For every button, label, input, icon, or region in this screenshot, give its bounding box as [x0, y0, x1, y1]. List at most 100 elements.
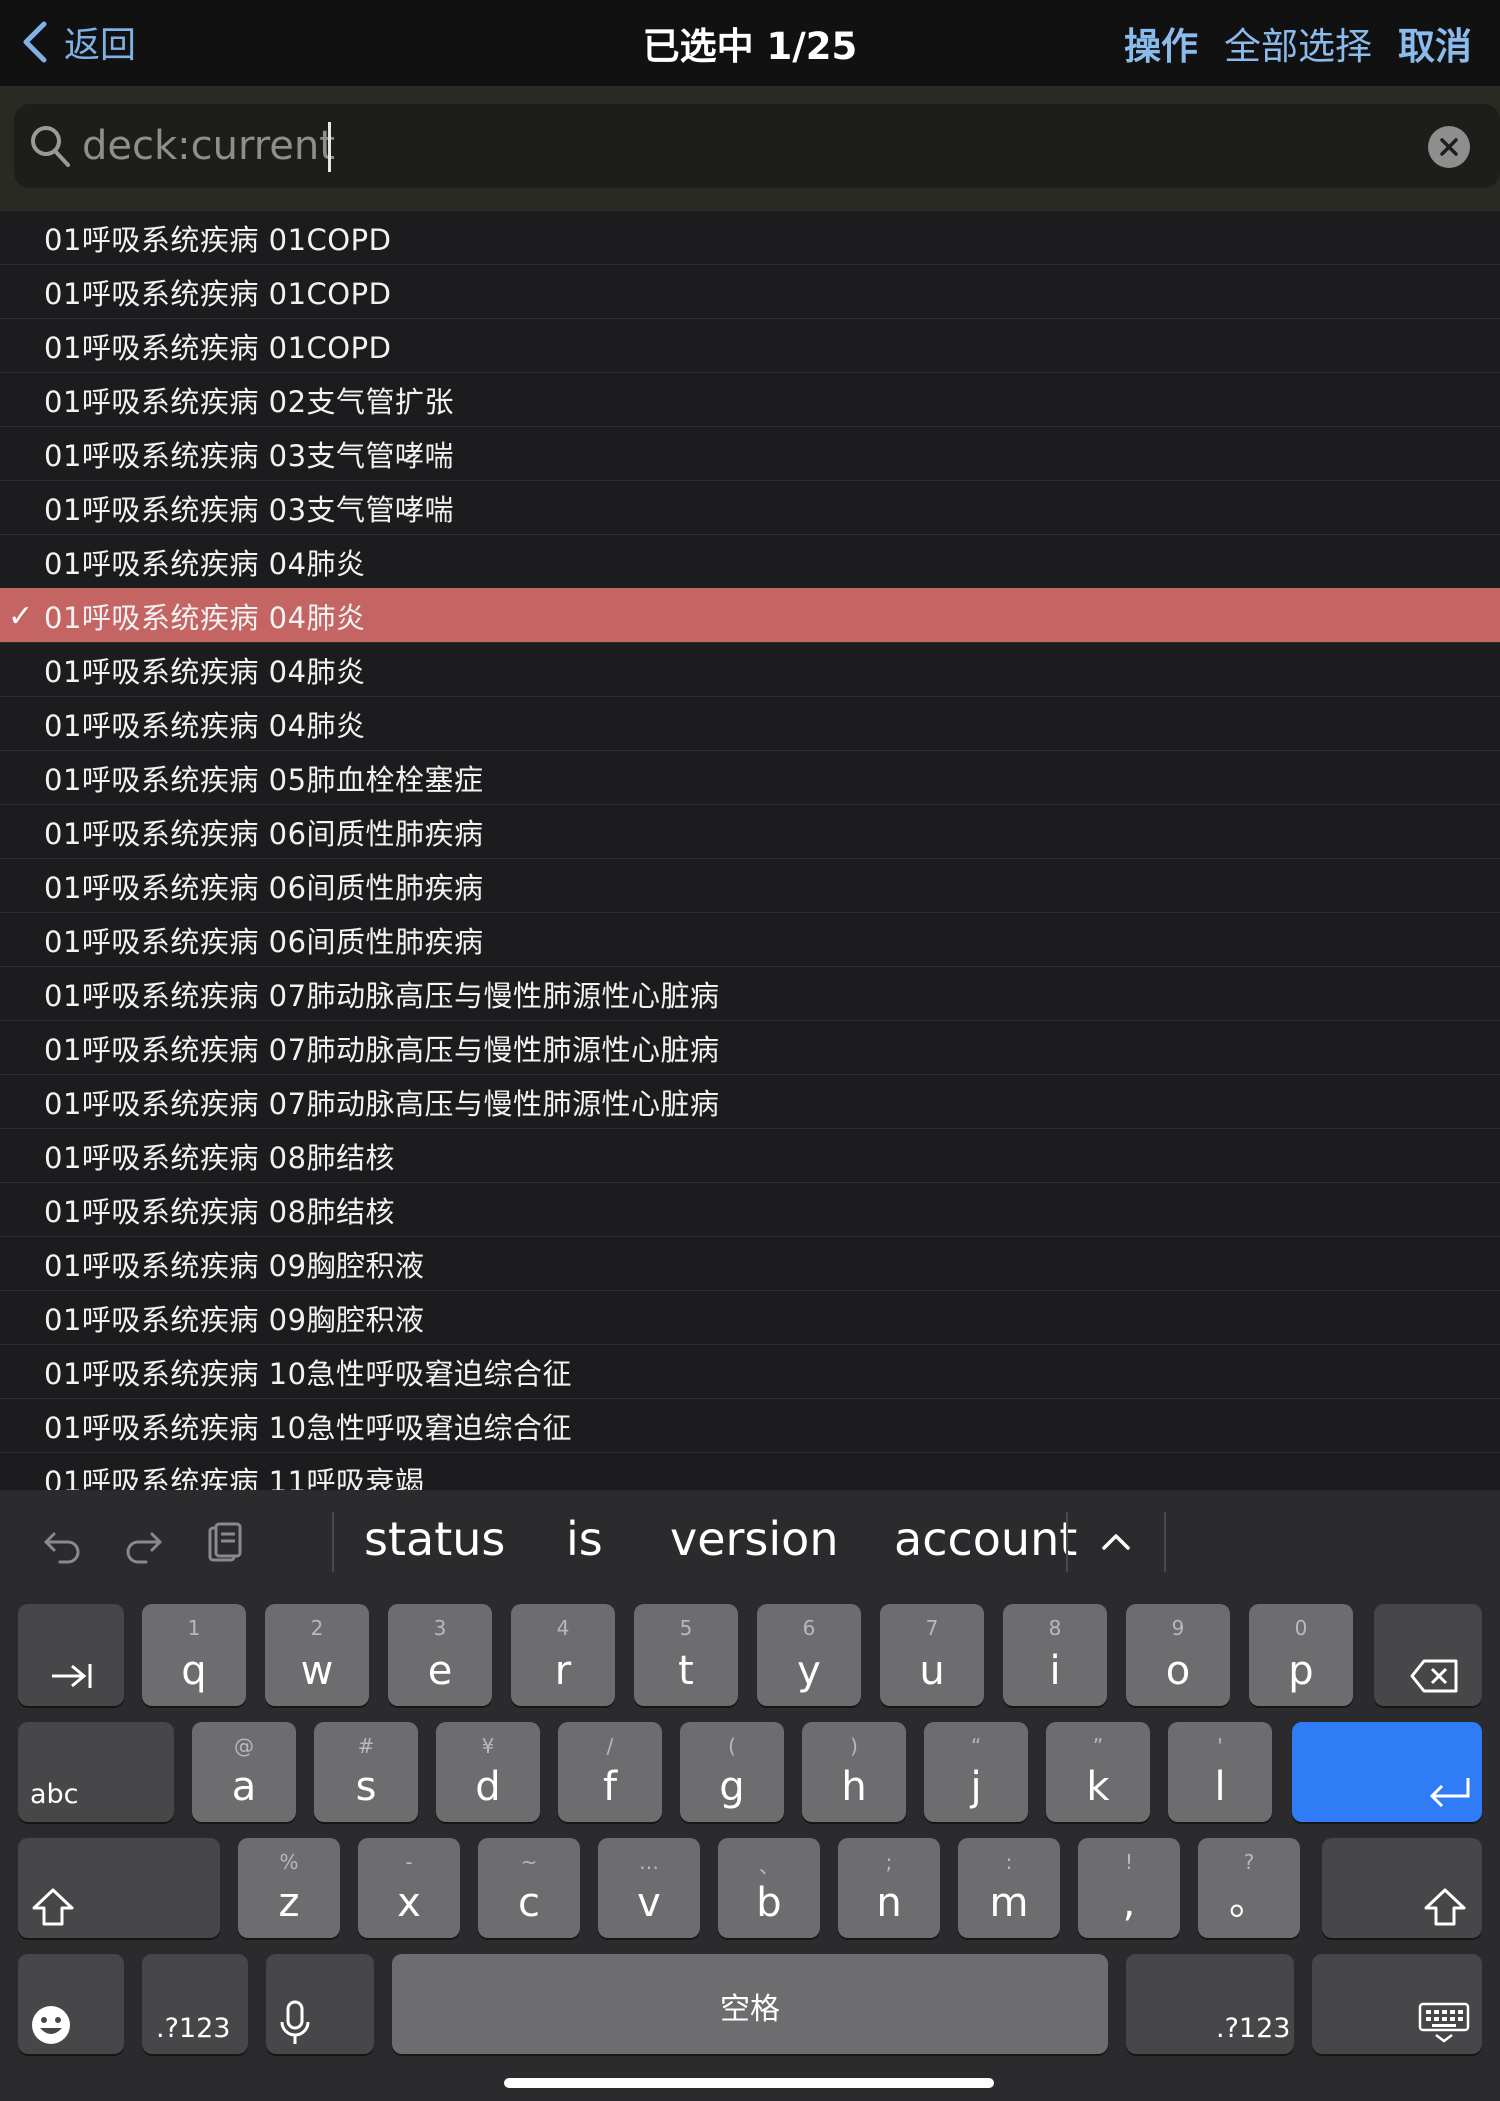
key-4[interactable]: … v: [598, 1838, 700, 1938]
suggestion-4[interactable]: account: [894, 1512, 1077, 1566]
space-label: 空格: [720, 1992, 780, 2027]
back-button[interactable]: 返回: [20, 14, 136, 70]
card-row[interactable]: 01呼吸系统疾病 09胸腔积液: [0, 1290, 1500, 1344]
shift-key-right[interactable]: [1322, 1838, 1482, 1938]
card-row-label: 01呼吸系统疾病 02支气管扩张: [44, 384, 455, 419]
card-row[interactable]: 01呼吸系统疾病 11呼吸衰竭: [0, 1452, 1500, 1490]
key-2[interactable]: # s: [314, 1722, 418, 1822]
key-10[interactable]: 0p: [1249, 1604, 1353, 1706]
card-row[interactable]: 01呼吸系统疾病 03支气管哮喘: [0, 426, 1500, 480]
card-row[interactable]: 01呼吸系统疾病 04肺炎: [0, 642, 1500, 696]
tab-key[interactable]: [18, 1604, 124, 1706]
paste-icon[interactable]: [202, 1520, 248, 1566]
abc-key[interactable]: abc: [18, 1722, 174, 1822]
chevron-left-icon: [23, 21, 47, 63]
key-7[interactable]: “j: [924, 1722, 1028, 1822]
card-row[interactable]: 01呼吸系统疾病 03支气管哮喘: [0, 480, 1500, 534]
key-3[interactable]: ~ c: [478, 1838, 580, 1938]
key-2[interactable]: -x: [358, 1838, 460, 1938]
card-row-label: 01呼吸系统疾病 06间质性肺疾病: [44, 870, 484, 905]
key-label: q: [181, 1648, 207, 1694]
key-3[interactable]: 3e: [388, 1604, 492, 1706]
key-5[interactable]: 、 b: [718, 1838, 820, 1938]
card-row[interactable]: 01呼吸系统疾病 06间质性肺疾病: [0, 858, 1500, 912]
key-2[interactable]: 2w: [265, 1604, 369, 1706]
key-secondary-label: 8: [1048, 1616, 1062, 1640]
shift-key-left[interactable]: [18, 1838, 220, 1938]
key-1[interactable]: % z: [238, 1838, 340, 1938]
card-row[interactable]: 01呼吸系统疾病 07肺动脉高压与慢性肺源性心脏病: [0, 1020, 1500, 1074]
key-1[interactable]: 1q: [142, 1604, 246, 1706]
card-row[interactable]: 01呼吸系统疾病 08肺结核: [0, 1128, 1500, 1182]
key-5[interactable]: 5t: [634, 1604, 738, 1706]
key-9[interactable]: ?。: [1198, 1838, 1300, 1938]
shift-icon: [32, 1888, 74, 1926]
key-secondary-label: #: [357, 1734, 375, 1758]
suggestion-2[interactable]: is: [566, 1512, 603, 1566]
dismiss-keyboard-key[interactable]: [1312, 1954, 1482, 2054]
key-label: u: [919, 1648, 945, 1694]
card-row[interactable]: 01呼吸系统疾病 02支气管扩张: [0, 372, 1500, 426]
delete-key[interactable]: [1374, 1604, 1482, 1706]
search-input[interactable]: [82, 104, 1422, 188]
card-row[interactable]: 01呼吸系统疾病 04肺炎: [0, 534, 1500, 588]
card-row[interactable]: 01呼吸系统疾病 08肺结核: [0, 1182, 1500, 1236]
card-row[interactable]: 01呼吸系统疾病 07肺动脉高压与慢性肺源性心脏病: [0, 966, 1500, 1020]
search-field[interactable]: [14, 104, 1500, 188]
key-8[interactable]: ” k: [1046, 1722, 1150, 1822]
card-row[interactable]: 01呼吸系统疾病 01COPD: [0, 318, 1500, 372]
numbers-key-right[interactable]: .?123: [1126, 1954, 1294, 2054]
undo-icon[interactable]: [40, 1520, 86, 1566]
card-row[interactable]: 01呼吸系统疾病 10急性呼吸窘迫综合征: [0, 1398, 1500, 1452]
key-label: v: [637, 1880, 661, 1926]
card-row[interactable]: 01呼吸系统疾病 05肺血栓栓塞症: [0, 750, 1500, 804]
return-key[interactable]: [1292, 1722, 1482, 1822]
card-row[interactable]: 01呼吸系统疾病 01COPD: [0, 210, 1500, 264]
key-secondary-label: ”: [1092, 1734, 1104, 1758]
key-secondary-label: 9: [1171, 1616, 1185, 1640]
chevron-up-icon[interactable]: [1098, 1526, 1134, 1556]
redo-icon[interactable]: [120, 1520, 166, 1566]
key-9[interactable]: ' l: [1168, 1722, 1272, 1822]
key-4[interactable]: / f: [558, 1722, 662, 1822]
space-key[interactable]: 空格: [392, 1954, 1108, 2054]
card-row[interactable]: 01呼吸系统疾病 06间质性肺疾病: [0, 912, 1500, 966]
key-6[interactable]: ) h: [802, 1722, 906, 1822]
card-row[interactable]: 01呼吸系统疾病 01COPD: [0, 264, 1500, 318]
key-6[interactable]: ; n: [838, 1838, 940, 1938]
card-row[interactable]: ✓ 01呼吸系统疾病 04肺炎: [0, 588, 1500, 642]
key-8[interactable]: !,: [1078, 1838, 1180, 1938]
key-7[interactable]: :m: [958, 1838, 1060, 1938]
key-5[interactable]: (g: [680, 1722, 784, 1822]
numbers-key-left[interactable]: .?123: [142, 1954, 248, 2054]
key-3[interactable]: ¥ d: [436, 1722, 540, 1822]
card-row[interactable]: 01呼吸系统疾病 10急性呼吸窘迫综合征: [0, 1344, 1500, 1398]
key-7[interactable]: 7u: [880, 1604, 984, 1706]
key-label: r: [554, 1648, 572, 1694]
card-row[interactable]: 01呼吸系统疾病 09胸腔积液: [0, 1236, 1500, 1290]
card-row-label: 01呼吸系统疾病 09胸腔积液: [44, 1302, 425, 1337]
key-label: l: [1214, 1764, 1226, 1810]
card-row[interactable]: 01呼吸系统疾病 07肺动脉高压与慢性肺源性心脏病: [0, 1074, 1500, 1128]
suggestion-3[interactable]: version: [670, 1512, 838, 1566]
x-mark-icon: [1440, 138, 1458, 156]
microphone-icon: [280, 2000, 310, 2044]
key-9[interactable]: 9o: [1126, 1604, 1230, 1706]
cancel-button[interactable]: 取消: [1398, 16, 1472, 70]
dictation-key[interactable]: [266, 1954, 374, 2054]
key-8[interactable]: 8i: [1003, 1604, 1107, 1706]
emoji-key[interactable]: [18, 1954, 124, 2054]
tab-icon: [52, 1664, 92, 1688]
key-4[interactable]: 4r: [511, 1604, 615, 1706]
suggestion-1[interactable]: status: [364, 1512, 505, 1566]
actions-button[interactable]: 操作: [1124, 16, 1198, 70]
select-all-button[interactable]: 全部选择: [1224, 16, 1372, 70]
key-secondary-label: 4: [556, 1616, 570, 1640]
clear-search-icon[interactable]: [1428, 126, 1470, 168]
card-row[interactable]: 01呼吸系统疾病 06间质性肺疾病: [0, 804, 1500, 858]
card-row-label: 01呼吸系统疾病 09胸腔积液: [44, 1248, 425, 1283]
key-1[interactable]: @ a: [192, 1722, 296, 1822]
key-secondary-label: 0: [1294, 1616, 1308, 1640]
card-row[interactable]: 01呼吸系统疾病 04肺炎: [0, 696, 1500, 750]
key-6[interactable]: 6y: [757, 1604, 861, 1706]
